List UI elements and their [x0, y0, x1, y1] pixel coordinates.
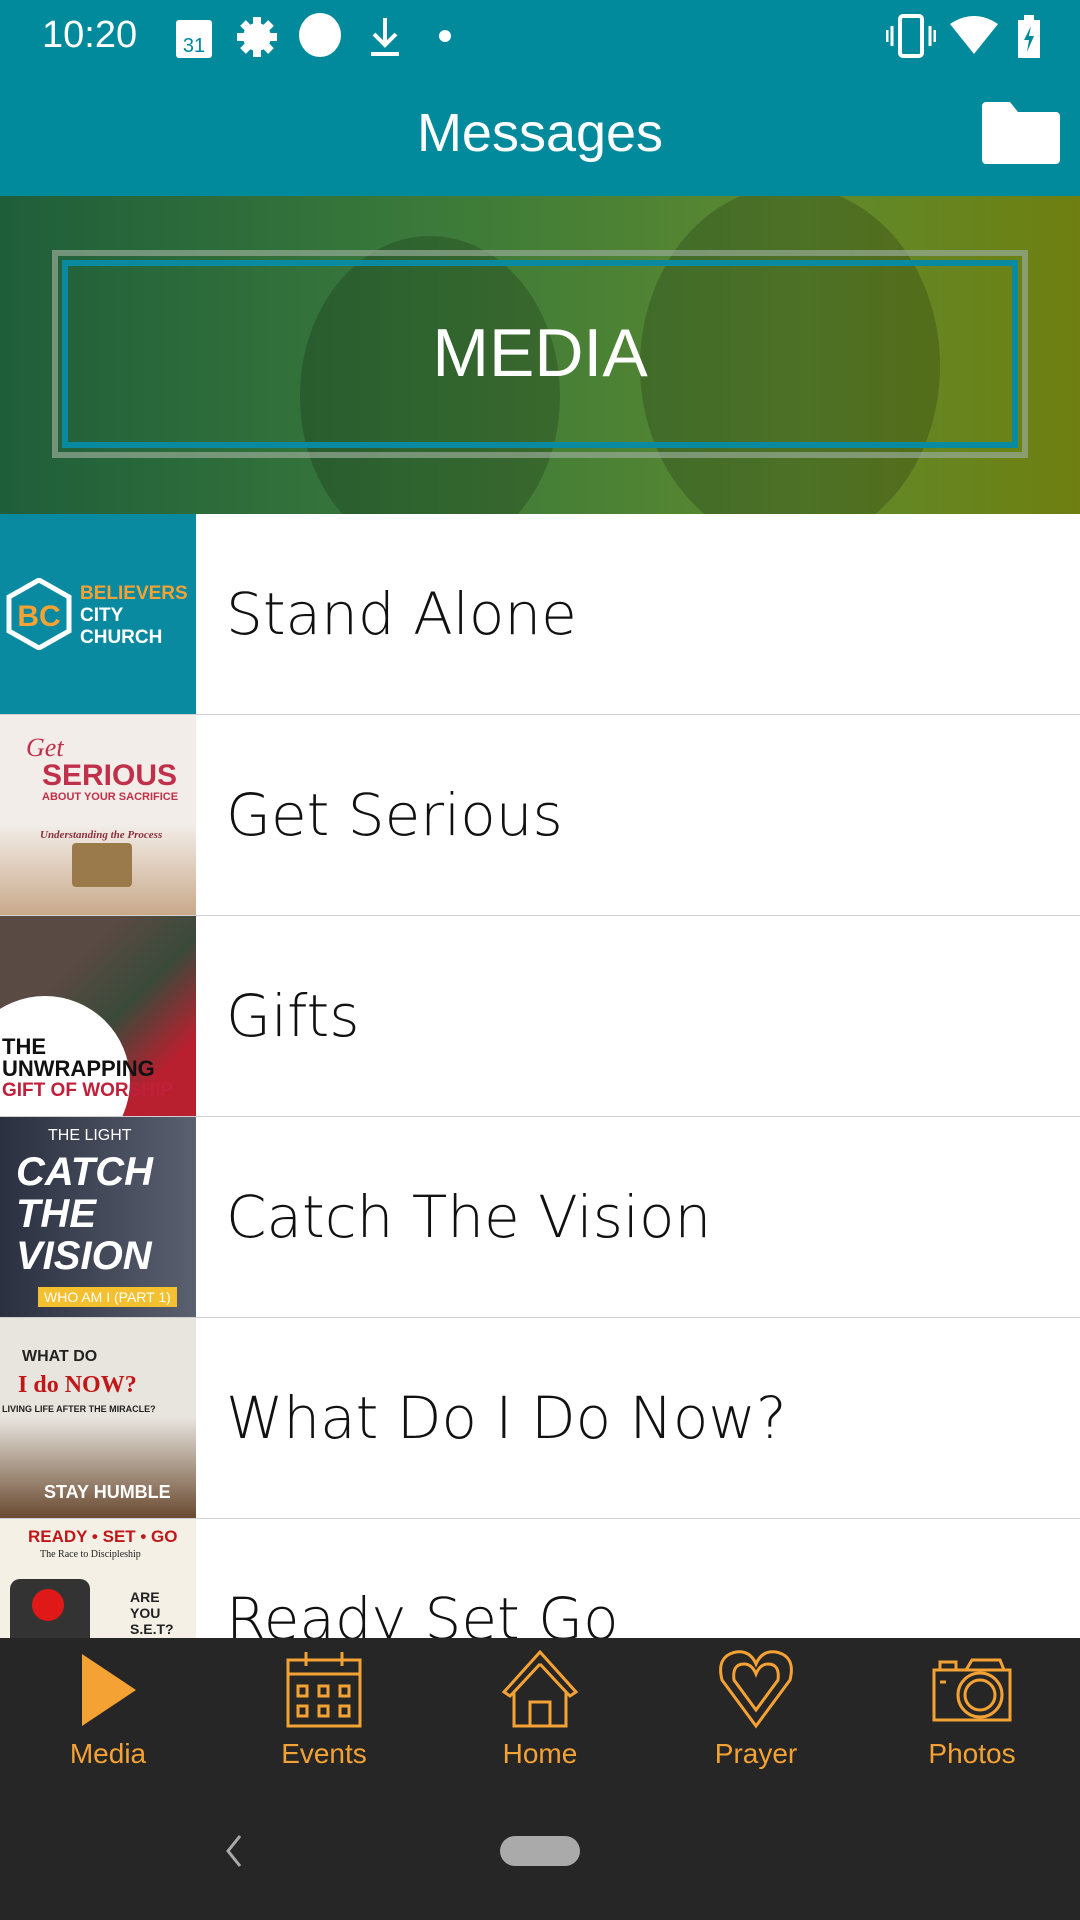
message-title: Get Serious — [226, 781, 563, 849]
status-bar: 10:20 31 — [0, 0, 1080, 76]
list-item[interactable]: WHAT DO I do NOW? LIVING LIFE AFTER THE … — [0, 1318, 1080, 1519]
calendar-icon — [286, 1652, 362, 1728]
church-logo-icon: BC — [6, 578, 72, 650]
svg-text:BC: BC — [17, 600, 60, 633]
tab-label: Events — [281, 1738, 367, 1769]
message-list: BC BELIEVERS CITY CHURCH Stand Alone Get… — [0, 514, 1080, 1720]
svg-text:31: 31 — [183, 35, 205, 57]
calendar-icon: 31 — [176, 20, 212, 58]
app-bar: Messages — [0, 76, 1080, 196]
list-item[interactable]: Get SERIOUS ABOUT YOUR SACRIFICE Underst… — [0, 715, 1080, 916]
list-item[interactable]: BC BELIEVERS CITY CHURCH Stand Alone — [0, 514, 1080, 715]
settings-icon — [237, 17, 277, 57]
tab-label: Home — [502, 1738, 578, 1769]
status-time: 10:20 — [42, 14, 138, 56]
tab-home[interactable]: Home — [432, 1638, 648, 1790]
tab-label: Prayer — [714, 1738, 798, 1769]
message-title: What Do I Do Now? — [226, 1384, 787, 1452]
message-title: Gifts — [226, 982, 360, 1050]
thumbnail: THE UNWRAPPING GIFT OF WORSHIP — [0, 916, 196, 1116]
tab-label: Media — [69, 1738, 147, 1769]
home-pill[interactable] — [500, 1836, 580, 1866]
thumbnail: BC BELIEVERS CITY CHURCH — [0, 514, 196, 714]
tab-photos[interactable]: Photos — [864, 1638, 1080, 1790]
dot-icon — [439, 30, 451, 42]
camera-icon — [932, 1658, 1012, 1722]
list-item[interactable]: THE UNWRAPPING GIFT OF WORSHIP Gifts — [0, 916, 1080, 1117]
thumbnail: WHAT DO I do NOW? LIVING LIFE AFTER THE … — [0, 1318, 196, 1518]
media-banner: MEDIA — [0, 196, 1080, 514]
message-title: Catch The Vision — [226, 1183, 712, 1251]
back-icon[interactable] — [224, 1834, 244, 1868]
tab-prayer[interactable]: Prayer — [648, 1638, 864, 1790]
download-icon — [371, 18, 399, 56]
wifi-icon — [950, 16, 998, 54]
system-nav-bar — [0, 1790, 1080, 1920]
page-title: Messages — [416, 103, 664, 163]
home-icon — [501, 1650, 579, 1728]
banner-label: MEDIA — [432, 315, 648, 391]
folder-icon[interactable] — [982, 102, 1060, 164]
thumbnail: THE LIGHT CATCH THE VISION WHO AM I (PAR… — [0, 1117, 196, 1317]
battery-charging-icon — [1018, 15, 1040, 58]
tab-media[interactable]: Media — [0, 1638, 216, 1790]
bottom-nav: Media Events Home Prayer Photos — [0, 1638, 1080, 1790]
message-title: Stand Alone — [226, 580, 577, 648]
tab-events[interactable]: Events — [216, 1638, 432, 1790]
list-item[interactable]: THE LIGHT CATCH THE VISION WHO AM I (PAR… — [0, 1117, 1080, 1318]
vibrate-icon — [886, 14, 936, 58]
circle-icon — [299, 13, 341, 57]
heart-icon — [719, 1650, 793, 1729]
thumbnail: Get SERIOUS ABOUT YOUR SACRIFICE Underst… — [0, 715, 196, 915]
tab-label: Photos — [928, 1738, 1016, 1769]
play-icon — [82, 1654, 136, 1726]
